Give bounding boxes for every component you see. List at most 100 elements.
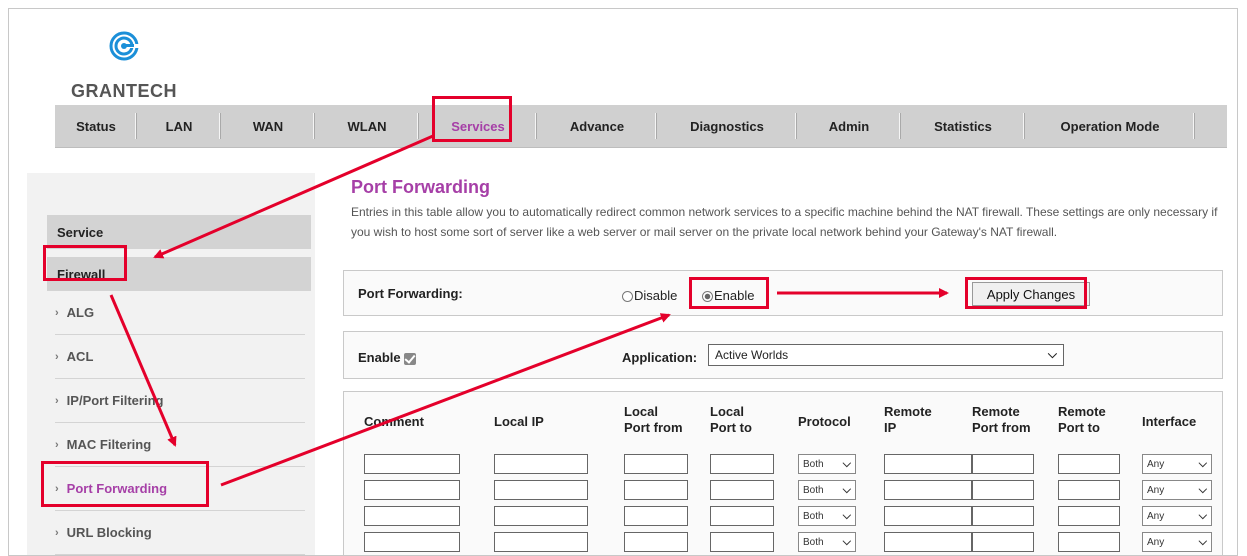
table-input-remote-ip[interactable]	[884, 454, 972, 474]
table-header-local-ip: Local IP	[494, 414, 544, 430]
table-input-local-ip[interactable]	[494, 506, 588, 526]
interface-select[interactable]: Any ⌵	[1142, 454, 1212, 474]
chevron-down-icon: ⌵	[1198, 458, 1207, 470]
chevron-down-icon: ⌵	[1198, 484, 1207, 496]
nav-tab-wlan[interactable]: WLAN	[315, 105, 419, 147]
table-input-local-port-from[interactable]	[624, 506, 688, 526]
table-input-remote-port-from[interactable]	[972, 454, 1034, 474]
nav-tab-lan[interactable]: LAN	[137, 105, 221, 147]
chevron-right-icon: ›	[55, 526, 59, 539]
sidebar-item-url-blocking[interactable]: › URL Blocking	[55, 511, 305, 555]
application-label: Application:	[622, 350, 698, 365]
application-select[interactable]: Active Worlds ⌵	[708, 344, 1064, 366]
table-header-line: Interface	[1142, 414, 1197, 429]
application-select-value: Active Worlds	[715, 348, 789, 362]
brand-logo: GRANTECH	[69, 31, 179, 101]
radio-disable[interactable]	[622, 291, 633, 303]
sidebar-section-service[interactable]: Service	[47, 215, 311, 249]
table-input-local-port-from[interactable]	[624, 532, 688, 552]
table-input-local-port-to[interactable]	[710, 506, 774, 526]
table-input-remote-ip[interactable]	[884, 532, 972, 552]
nav-tab-label: Statistics	[934, 118, 992, 134]
table-input-remote-port-from[interactable]	[972, 532, 1034, 552]
table-header-line: Local IP	[494, 414, 544, 429]
nav-tab-advance[interactable]: Advance	[537, 105, 657, 147]
sidebar-item-label: Port Forwarding	[66, 481, 168, 496]
protocol-select-value: Both	[803, 458, 824, 470]
entry-panel: Enable Application: Active Worlds ⌵	[343, 331, 1223, 379]
table-input-remote-port-to[interactable]	[1058, 454, 1120, 474]
interface-select[interactable]: Any ⌵	[1142, 480, 1212, 500]
table-header-local-port-to: Local Port to	[710, 404, 752, 436]
interface-select[interactable]: Any ⌵	[1142, 532, 1212, 552]
protocol-select[interactable]: Both ⌵	[798, 506, 856, 526]
page-description: Entries in this table allow you to autom…	[351, 205, 1218, 239]
table-input-comment[interactable]	[364, 480, 460, 500]
nav-tab-services[interactable]: Services	[419, 105, 537, 147]
table-input-remote-port-to[interactable]	[1058, 532, 1120, 552]
page-title: Port Forwarding	[351, 177, 490, 197]
table-input-local-port-to[interactable]	[710, 454, 774, 474]
chevron-down-icon: ⌵	[842, 510, 851, 522]
chevron-right-icon: ›	[55, 350, 59, 363]
grantech-logo-icon	[109, 31, 139, 61]
table-header-line: Remote	[1058, 404, 1106, 419]
chevron-down-icon: ⌵	[1198, 510, 1207, 522]
table-input-local-ip[interactable]	[494, 480, 588, 500]
sidebar-item-port-forwarding[interactable]: › Port Forwarding	[55, 467, 305, 511]
sidebar-item-acl[interactable]: › ACL	[55, 335, 305, 379]
checkmark-icon[interactable]	[403, 352, 416, 365]
table-header-line: Local	[710, 404, 744, 419]
table-header-remote-ip: Remote IP	[884, 404, 932, 436]
nav-tab-operation-mode[interactable]: Operation Mode	[1025, 105, 1195, 147]
sidebar-item-mac-filtering[interactable]: › MAC Filtering	[55, 423, 305, 467]
table-header-remote-port-from: Remote Port from	[972, 404, 1031, 436]
nav-tab-label: Advance	[569, 118, 625, 134]
protocol-select[interactable]: Both ⌵	[798, 454, 856, 474]
nav-tab-statistics[interactable]: Statistics	[901, 105, 1025, 147]
sidebar-item-alg[interactable]: › ALG	[55, 291, 305, 335]
table-input-local-port-from[interactable]	[624, 454, 688, 474]
sidebar-item-label: ALG	[66, 305, 95, 320]
table-input-remote-ip[interactable]	[884, 480, 972, 500]
table-input-local-ip[interactable]	[494, 454, 588, 474]
table-input-comment[interactable]	[364, 454, 460, 474]
nav-tab-label: Operation Mode	[1060, 118, 1160, 134]
table-header-line: IP	[884, 420, 897, 435]
nav-tab-label: WLAN	[347, 118, 387, 134]
table-input-local-port-from[interactable]	[624, 480, 688, 500]
protocol-select[interactable]: Both ⌵	[798, 532, 856, 552]
table-input-remote-ip[interactable]	[884, 506, 972, 526]
sidebar-section-firewall[interactable]: Firewall	[47, 257, 311, 291]
table-input-local-port-to[interactable]	[710, 532, 774, 552]
sidebar-item-ip-port-filtering[interactable]: › IP/Port Filtering	[55, 379, 305, 423]
brand-name: GRANTECH	[71, 81, 177, 101]
table-header-interface: Interface	[1142, 414, 1196, 430]
table-input-comment[interactable]	[364, 532, 460, 552]
table-input-comment[interactable]	[364, 506, 460, 526]
table-input-remote-port-to[interactable]	[1058, 480, 1120, 500]
table-input-local-port-to[interactable]	[710, 480, 774, 500]
interface-select[interactable]: Any ⌵	[1142, 506, 1212, 526]
nav-tab-wan[interactable]: WAN	[221, 105, 315, 147]
nav-tab-label: Admin	[828, 118, 870, 134]
sidebar-item-label: ACL	[66, 349, 94, 364]
protocol-select-value: Both	[803, 484, 824, 496]
table-input-remote-port-from[interactable]	[972, 506, 1034, 526]
interface-select-value: Any	[1147, 510, 1165, 522]
radio-enable-option[interactable]: Enable	[702, 288, 754, 303]
nav-tab-status[interactable]: Status	[55, 105, 137, 147]
radio-enable[interactable]	[702, 291, 713, 303]
radio-disable-option[interactable]: Disable	[622, 288, 677, 303]
chevron-right-icon: ›	[55, 438, 59, 451]
table-input-local-ip[interactable]	[494, 532, 588, 552]
table-input-remote-port-from[interactable]	[972, 480, 1034, 500]
enable-checkbox-group[interactable]: Enable	[358, 350, 416, 365]
port-forwarding-table: Comment Local IP Local Port from Local Port t…	[343, 391, 1223, 555]
table-input-remote-port-to[interactable]	[1058, 506, 1120, 526]
nav-tab-admin[interactable]: Admin	[797, 105, 901, 147]
apply-changes-button[interactable]: Apply Changes	[972, 282, 1090, 306]
protocol-select[interactable]: Both ⌵	[798, 480, 856, 500]
nav-tab-diagnostics[interactable]: Diagnostics	[657, 105, 797, 147]
nav-tab-label: WAN	[252, 118, 284, 134]
